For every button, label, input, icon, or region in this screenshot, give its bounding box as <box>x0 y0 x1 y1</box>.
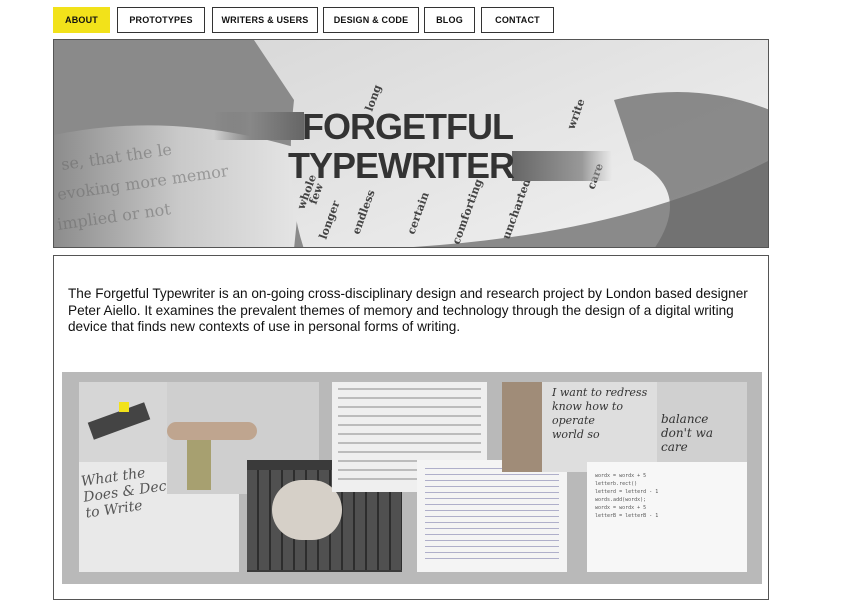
photo-collage: What the Does & Dec to Write I want to r… <box>62 372 762 584</box>
photo-code: wordx = wordx + 5 letterb.rect() letterd… <box>587 462 747 572</box>
nav-prototypes[interactable]: PROTOTYPES <box>117 7 205 33</box>
hero-title-line1: FORGETFUL <box>302 106 514 147</box>
hero-banner: se, that the le evoking more memor impli… <box>53 39 769 248</box>
nav-design-code[interactable]: DESIGN & CODE <box>323 7 419 33</box>
about-panel: The Forgetful Typewriter is an on-going … <box>53 255 769 600</box>
photo-handwriting: I want to redress know how to operate wo… <box>502 382 657 472</box>
nav-writers-users[interactable]: WRITERS & USERS <box>212 7 318 33</box>
hero-title-line2: TYPEWRITER <box>288 145 515 186</box>
intro-paragraph: The Forgetful Typewriter is an on-going … <box>68 286 748 334</box>
photo-desk <box>79 382 169 462</box>
nav-contact[interactable]: CONTACT <box>481 7 554 33</box>
nav-blog[interactable]: BLOG <box>424 7 475 33</box>
photo-screen-text <box>417 460 567 572</box>
nav-about[interactable]: ABOUT <box>53 7 110 33</box>
photo-detail: balance don't wa care <box>657 382 747 462</box>
